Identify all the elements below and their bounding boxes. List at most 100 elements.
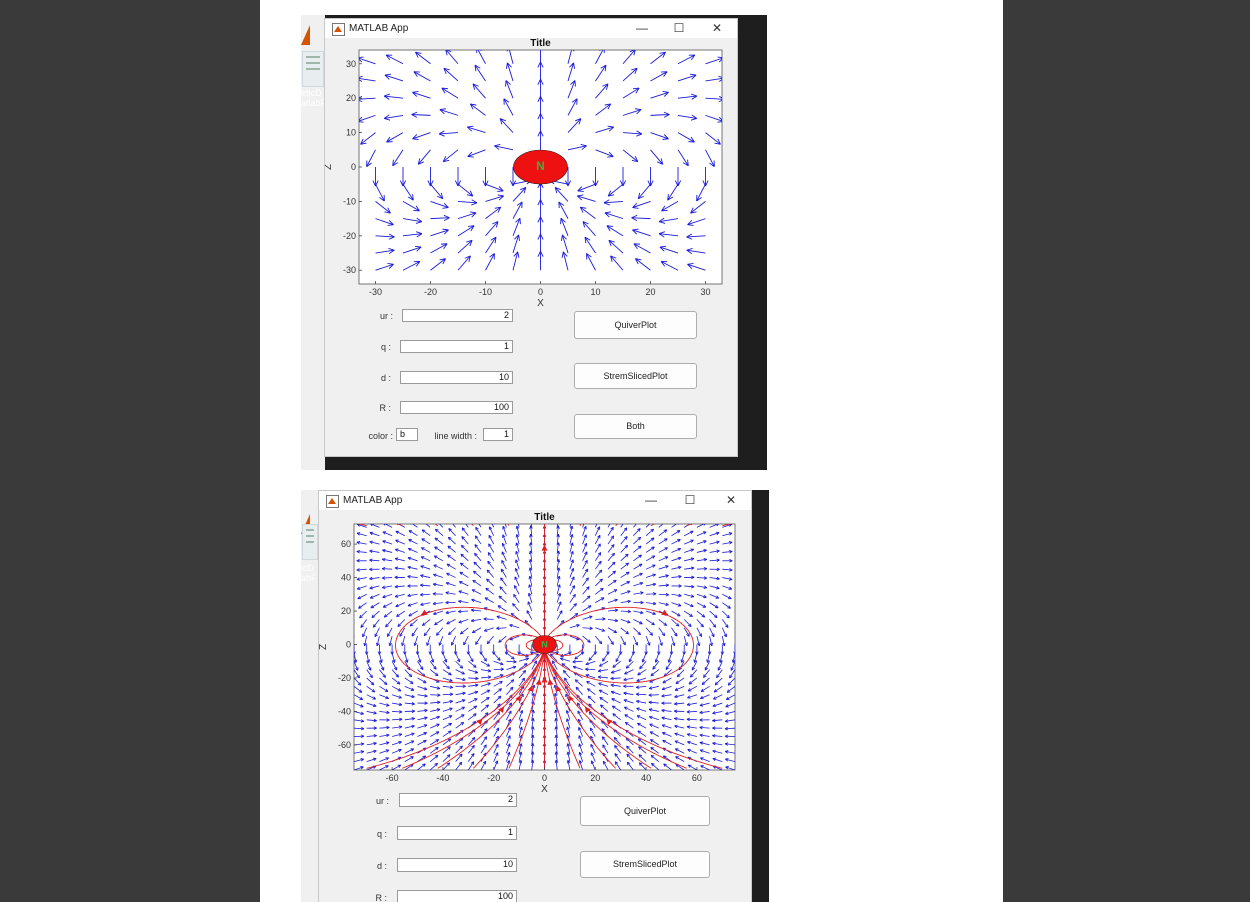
matlab-icon — [332, 23, 345, 36]
quiver-arrow — [354, 560, 355, 562]
x-tick-label: 10 — [590, 287, 600, 297]
window-titlebar: MATLAB App — ☐ ✕ — [319, 491, 751, 510]
ur-label: ur : — [379, 311, 393, 321]
y-tick-label: -30 — [343, 265, 356, 275]
maximize-button[interactable]: ☐ — [668, 20, 690, 37]
y-tick-label: -40 — [338, 706, 351, 716]
quiver-arrow — [354, 619, 355, 621]
quiver-arrow — [734, 594, 735, 595]
streamline-plot-svg: N Title -60 -40 -20 0 20 40 60 60 40 20 0 -20 -40 -60 X Z — [319, 512, 736, 793]
quiver-arrow — [354, 569, 355, 570]
color-label: color : — [368, 431, 393, 441]
ur-field[interactable]: 2 — [402, 309, 513, 322]
minimize-button[interactable]: — — [640, 492, 662, 509]
matlab-app-window: MATLAB App — ☐ ✕ N Title -60 -40 -20 0 20 40 60 6… — [318, 490, 752, 902]
y-axis-label: Z — [319, 644, 329, 650]
quiver-arrow — [734, 526, 735, 528]
both-button[interactable]: Both — [574, 414, 697, 439]
y-tick-label: 0 — [351, 162, 356, 172]
matlab-logo-icon — [301, 25, 310, 45]
quiver-arrow — [734, 619, 735, 621]
x-tick-label: -40 — [436, 773, 449, 783]
quiver-arrow — [734, 611, 735, 612]
background-app — [301, 490, 319, 902]
line-width-field[interactable]: 1 — [483, 428, 513, 441]
background-app-text: abF — [301, 573, 317, 583]
quiver-arrow — [734, 569, 735, 570]
screenshot-2: icD abF MATLAB App — ☐ ✕ N Title -60 -40 -20… — [301, 490, 769, 902]
window-titlebar: MATLAB App — ☐ ✕ — [325, 19, 737, 38]
background-app-text: icD — [301, 563, 314, 573]
window-title: MATLAB App — [349, 23, 409, 34]
d-label: d : — [380, 373, 391, 383]
y-tick-label: -10 — [343, 196, 356, 206]
y-tick-label: 40 — [341, 573, 351, 583]
y-tick-label: -60 — [338, 740, 351, 750]
quiver-arrow — [354, 594, 355, 595]
q-label: q : — [376, 829, 387, 839]
close-button[interactable]: ✕ — [720, 492, 742, 509]
x-tick-label: -20 — [487, 773, 500, 783]
x-tick-label: -10 — [479, 287, 492, 297]
x-tick-label: 0 — [538, 287, 543, 297]
quiver-arrow — [734, 585, 735, 587]
stream-sliced-plot-button[interactable]: StremSlicedPlot — [580, 851, 710, 878]
dipole-marker: N — [536, 159, 545, 173]
file-thumbnail-icon — [302, 524, 318, 560]
maximize-button[interactable]: ☐ — [679, 492, 701, 509]
streamline-plot-axes: N Title -60 -40 -20 0 20 40 60 60 40 20 0 -20 -40 -60 X Z — [319, 511, 749, 793]
x-tick-label: -20 — [424, 287, 437, 297]
x-axis-label: X — [541, 784, 548, 793]
x-tick-label: 60 — [692, 773, 702, 783]
minimize-button[interactable]: — — [631, 20, 653, 37]
x-tick-label: 20 — [645, 287, 655, 297]
quiver-arrow — [734, 535, 735, 536]
quiver-plot-axes: N Title -30 -20 -10 0 10 20 30 30 20 10 0 -10 -20 -30 X Z — [325, 38, 735, 313]
quiver-arrow — [354, 627, 355, 629]
y-tick-label: 0 — [346, 639, 351, 649]
x-tick-label: 0 — [542, 773, 547, 783]
q-label: q : — [380, 342, 391, 352]
color-field[interactable]: b — [396, 428, 418, 441]
q-field[interactable]: 1 — [400, 340, 513, 353]
quiver-arrow — [354, 585, 355, 587]
screenshot-1: eticD atlabF MATLAB App — ☐ ✕ N Title -30 -… — [301, 15, 767, 470]
quiver-arrow — [734, 627, 735, 629]
quiver-arrow — [354, 526, 355, 528]
line-width-label: line width : — [434, 431, 477, 441]
d-field[interactable]: 10 — [397, 858, 517, 872]
q-field[interactable]: 1 — [397, 826, 517, 840]
quiver-plot-button[interactable]: QuiverPlot — [574, 311, 697, 339]
window-title: MATLAB App — [343, 495, 403, 506]
quiver-plot-button[interactable]: QuiverPlot — [580, 796, 710, 826]
plot-title: Title — [534, 512, 555, 523]
quiver-arrow — [734, 560, 735, 562]
quiver-arrow — [734, 602, 735, 604]
quiver-arrow — [734, 543, 735, 545]
matlab-icon — [326, 495, 339, 508]
file-thumbnail-icon — [302, 51, 324, 87]
quiver-arrow — [354, 636, 355, 644]
y-tick-label: 20 — [341, 606, 351, 616]
quiver-arrow — [354, 552, 355, 553]
ur-field[interactable]: 2 — [399, 793, 517, 807]
quiver-arrow — [354, 535, 355, 536]
stream-sliced-plot-button[interactable]: StremSlicedPlot — [574, 363, 697, 389]
document-page: eticD atlabF MATLAB App — ☐ ✕ N Title -30 -… — [260, 0, 1003, 902]
background-app-text: atlabF — [301, 98, 327, 108]
y-tick-label: -20 — [338, 673, 351, 683]
R-label: R : — [375, 893, 387, 902]
R-label: R : — [379, 403, 391, 413]
x-tick-label: -30 — [369, 287, 382, 297]
quiver-arrow — [734, 636, 735, 644]
y-tick-label: 60 — [341, 539, 351, 549]
matlab-app-window: MATLAB App — ☐ ✕ N Title -30 -20 -10 0 10 20 30 3… — [324, 18, 738, 457]
dipole-marker: N — [541, 639, 548, 649]
close-button[interactable]: ✕ — [706, 20, 728, 37]
y-axis-label: Z — [325, 164, 334, 170]
d-field[interactable]: 10 — [400, 371, 513, 384]
quiver-plot-svg: N Title -30 -20 -10 0 10 20 30 30 20 10 0 -10 -20 -30 X Z — [325, 38, 723, 309]
x-tick-label: 30 — [700, 287, 710, 297]
R-field[interactable]: 100 — [397, 890, 517, 902]
R-field[interactable]: 100 — [400, 401, 513, 414]
